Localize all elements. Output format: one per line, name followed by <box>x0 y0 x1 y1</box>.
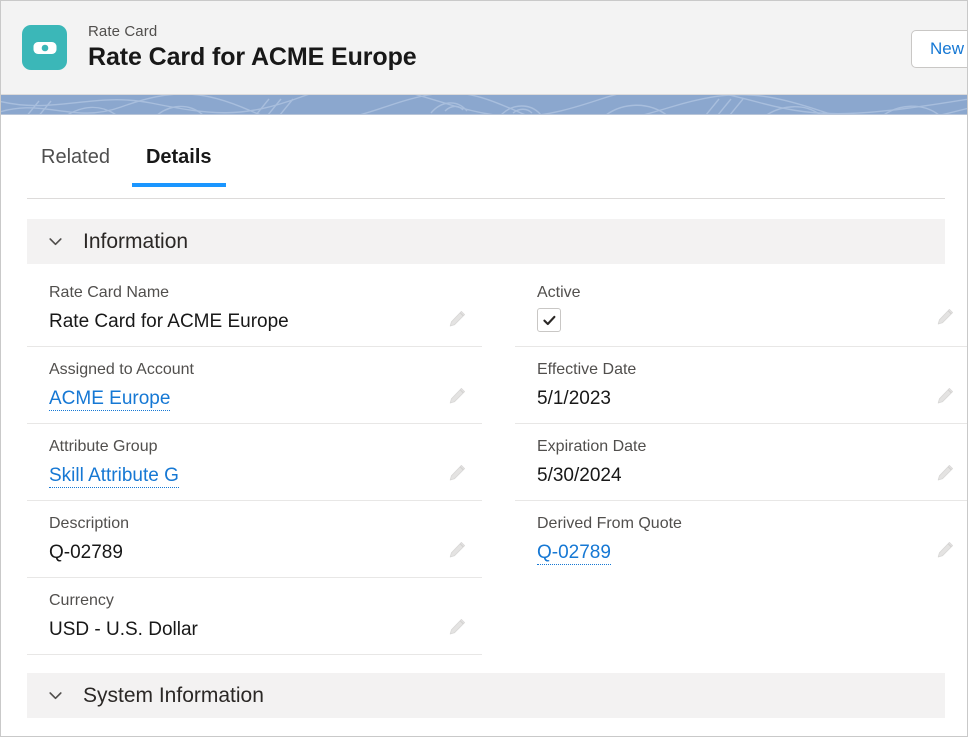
record-body: Related Details Information Rate Card Na… <box>1 115 967 737</box>
field-label: Rate Card Name <box>49 282 482 303</box>
account-link[interactable]: ACME Europe <box>49 388 170 411</box>
system-information-section-title: System Information <box>83 683 264 709</box>
field-label: Derived From Quote <box>537 513 967 534</box>
edit-pencil-icon[interactable] <box>446 462 468 484</box>
field-label: Currency <box>49 590 482 611</box>
field-empty-slot <box>515 578 967 655</box>
field-value: Q-02789 <box>537 539 967 566</box>
tab-related[interactable]: Related <box>23 137 128 187</box>
field-label: Assigned to Account <box>49 359 482 380</box>
field-description: Description Q-02789 <box>27 501 482 578</box>
money-bill-icon <box>22 25 67 70</box>
field-value: USD - U.S. Dollar <box>49 616 482 643</box>
active-checkbox[interactable] <box>537 308 561 332</box>
edit-pencil-icon[interactable] <box>446 539 468 561</box>
field-value: 5/1/2023 <box>537 385 967 412</box>
field-label: Effective Date <box>537 359 967 380</box>
record-header: Rate Card Rate Card for ACME Europe New <box>1 1 967 95</box>
decorative-banner <box>1 95 967 115</box>
system-information-section-header[interactable]: System Information <box>27 673 945 718</box>
edit-pencil-icon[interactable] <box>934 306 956 328</box>
record-header-text: Rate Card Rate Card for ACME Europe <box>88 22 967 73</box>
information-section-title: Information <box>83 229 188 255</box>
new-button[interactable]: New <box>911 30 968 68</box>
edit-pencil-icon[interactable] <box>934 385 956 407</box>
quote-link[interactable]: Q-02789 <box>537 542 611 565</box>
field-expiration-date: Expiration Date 5/30/2024 <box>515 424 967 501</box>
field-rate-card-name: Rate Card Name Rate Card for ACME Europe <box>27 270 482 347</box>
information-field-grid: Rate Card Name Rate Card for ACME Europe… <box>27 270 945 655</box>
header-actions: New <box>911 30 968 68</box>
field-value: Skill Attribute G <box>49 462 482 489</box>
field-assigned-to-account: Assigned to Account ACME Europe <box>27 347 482 424</box>
attribute-group-link[interactable]: Skill Attribute G <box>49 465 179 488</box>
field-active: Active <box>515 270 967 347</box>
field-value: Q-02789 <box>49 539 482 566</box>
edit-pencil-icon[interactable] <box>934 539 956 561</box>
edit-pencil-icon[interactable] <box>446 385 468 407</box>
page-title: Rate Card for ACME Europe <box>88 41 967 73</box>
field-value: ACME Europe <box>49 385 482 412</box>
edit-pencil-icon[interactable] <box>934 462 956 484</box>
field-label: Active <box>537 282 967 303</box>
chevron-down-icon <box>46 686 65 705</box>
field-value: 5/30/2024 <box>537 462 967 489</box>
field-column-left: Rate Card Name Rate Card for ACME Europe… <box>27 270 482 655</box>
tab-details[interactable]: Details <box>128 137 230 187</box>
field-label: Attribute Group <box>49 436 482 457</box>
edit-pencil-icon[interactable] <box>446 616 468 638</box>
edit-pencil-icon[interactable] <box>446 308 468 330</box>
field-value: Rate Card for ACME Europe <box>49 308 482 335</box>
record-detail-page: Rate Card Rate Card for ACME Europe New <box>0 0 968 737</box>
field-attribute-group: Attribute Group Skill Attribute G <box>27 424 482 501</box>
system-information-section: System Information <box>27 673 945 718</box>
field-derived-from-quote: Derived From Quote Q-02789 <box>515 501 967 578</box>
record-type-label: Rate Card <box>88 22 967 41</box>
chevron-down-icon <box>46 232 65 251</box>
tab-bar: Related Details <box>1 137 967 199</box>
field-currency: Currency USD - U.S. Dollar <box>27 578 482 655</box>
field-column-right: Active <box>515 270 967 655</box>
field-label: Expiration Date <box>537 436 967 457</box>
information-section-header[interactable]: Information <box>27 219 945 264</box>
information-section: Information Rate Card Name Rate Card for… <box>27 219 945 655</box>
field-effective-date: Effective Date 5/1/2023 <box>515 347 967 424</box>
field-label: Description <box>49 513 482 534</box>
